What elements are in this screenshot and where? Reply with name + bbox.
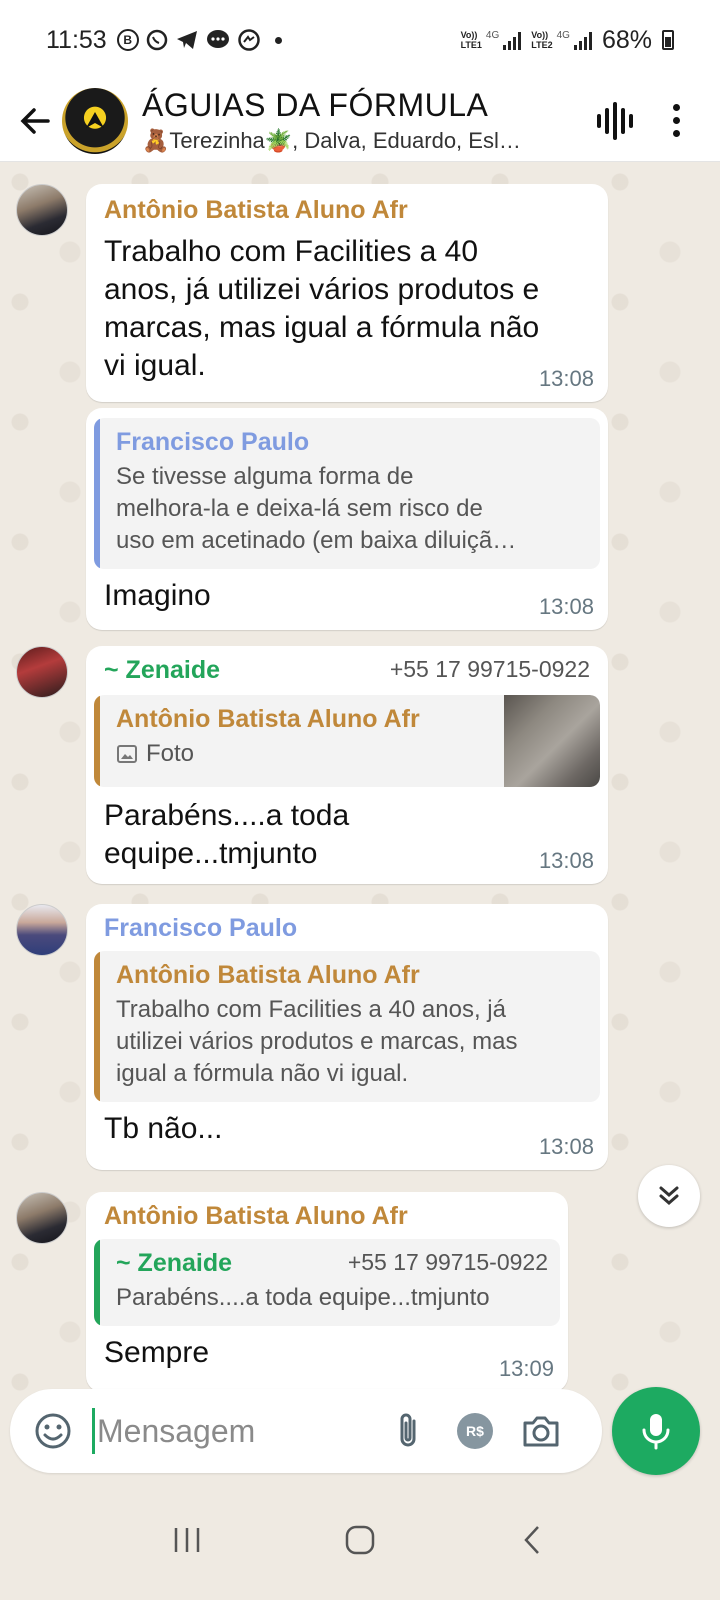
message-text: Sempre xyxy=(104,1336,210,1369)
chat-header: ÁGUIAS DA FÓRMULA 🧸Terezinha🪴, Dalva, Ed… xyxy=(0,80,720,162)
telegram-icon xyxy=(176,31,197,49)
sender-name[interactable]: Francisco Paulo xyxy=(94,914,600,943)
scroll-to-bottom-button[interactable] xyxy=(638,1165,700,1227)
quoted-sender: ~ Zenaide xyxy=(116,1249,233,1277)
signal-bars-icon xyxy=(503,32,522,50)
sender-name[interactable]: Antônio Batista Aluno Afr xyxy=(94,1202,560,1231)
voice-record-button[interactable] xyxy=(612,1387,700,1475)
sim2-signal: Vo)) LTE2 4G xyxy=(531,30,592,50)
avatar[interactable] xyxy=(16,1192,68,1244)
quoted-phone: +55 17 99715-0922 xyxy=(347,1249,548,1275)
quoted-text: Se tivesse alguma forma de melhora-la e … xyxy=(116,463,517,554)
recent-apps-icon xyxy=(174,1528,199,1552)
sender-phone: +55 17 99715-0922 xyxy=(389,656,590,682)
chat-area[interactable]: Antônio Batista Aluno Afr Trabalho com F… xyxy=(0,162,720,1412)
message-time: 13:08 xyxy=(538,366,594,391)
quoted-text: Trabalho com Facilities a 40 anos, já ut… xyxy=(116,996,518,1087)
status-right: Vo)) LTE1 4G Vo)) LTE2 4G 68% xyxy=(461,26,674,55)
voice-chat-button[interactable] xyxy=(597,101,633,141)
status-bar: 11:53 B Vo)) LTE1 4G Vo)) LTE2 4G 68% xyxy=(0,0,720,80)
signal-bars-icon xyxy=(573,32,592,50)
battery-icon xyxy=(662,30,674,50)
text-caret xyxy=(92,1408,95,1454)
quoted-text: Parabéns....a toda equipe...tmjunto xyxy=(116,1284,490,1311)
message-time: 13:08 xyxy=(538,594,594,619)
more-notifications-dot xyxy=(274,36,282,44)
double-chevron-down-icon xyxy=(659,1186,679,1205)
camera-button[interactable] xyxy=(517,1407,565,1455)
quoted-sender: Antônio Batista Aluno Afr xyxy=(116,961,420,989)
b-circle-icon: B xyxy=(116,29,139,51)
message-bubble[interactable]: Francisco Paulo Se tivesse alguma forma … xyxy=(86,408,608,630)
avatar[interactable] xyxy=(16,646,68,698)
message-time: 13:09 xyxy=(498,1356,554,1381)
quoted-sender: Antônio Batista Aluno Afr xyxy=(116,705,420,733)
message-bubble[interactable]: Antônio Batista Aluno Afr ~ Zenaide +55 … xyxy=(86,1192,568,1392)
emoji-icon xyxy=(35,1413,71,1449)
photo-icon xyxy=(117,745,137,763)
arrow-left-icon xyxy=(20,107,50,134)
payment-button[interactable]: R$ xyxy=(451,1407,499,1455)
microphone-icon xyxy=(642,1414,670,1450)
message-text: Imagino xyxy=(104,579,211,612)
camera-icon xyxy=(523,1416,559,1447)
quoted-message[interactable]: Francisco Paulo Se tivesse alguma forma … xyxy=(94,418,600,569)
message-text: Trabalho com Facilities a 40 anos, já ut… xyxy=(104,235,540,382)
notification-icons: B xyxy=(116,28,282,52)
message-bubble[interactable]: ~ Zenaide +55 17 99715-0922 Antônio Bati… xyxy=(86,646,608,884)
chevron-left-icon xyxy=(524,1526,540,1554)
message-input[interactable] xyxy=(97,1412,367,1450)
attach-button[interactable] xyxy=(385,1407,433,1455)
quoted-message[interactable]: ~ Zenaide +55 17 99715-0922 Parabéns....… xyxy=(94,1239,560,1326)
system-navigation-bar xyxy=(0,1480,720,1600)
paperclip-icon xyxy=(400,1413,416,1447)
group-info[interactable]: ÁGUIAS DA FÓRMULA 🧸Terezinha🪴, Dalva, Ed… xyxy=(142,87,597,154)
home-icon xyxy=(345,1525,375,1555)
messenger-icon xyxy=(237,29,260,51)
recent-apps-button[interactable] xyxy=(157,1510,217,1570)
message-time: 13:08 xyxy=(538,1134,594,1159)
quoted-media-label: Foto xyxy=(146,740,195,767)
emoji-button[interactable] xyxy=(28,1406,78,1456)
more-options-button[interactable] xyxy=(673,104,680,137)
group-avatar[interactable] xyxy=(62,87,128,154)
battery-percent: 68% xyxy=(601,25,652,54)
message-time: 13:08 xyxy=(538,848,594,873)
payment-icon: R$ xyxy=(457,1413,493,1449)
whatsapp-icon xyxy=(146,29,167,51)
home-button[interactable] xyxy=(330,1510,390,1570)
sim1-signal: Vo)) LTE1 4G xyxy=(461,30,522,50)
message-bubble[interactable]: Antônio Batista Aluno Afr Trabalho com F… xyxy=(86,184,608,402)
avatar[interactable] xyxy=(16,184,68,236)
quoted-message[interactable]: Antônio Batista Aluno Afr Foto xyxy=(94,695,600,787)
chat-bubble-icon xyxy=(206,30,229,48)
group-name: ÁGUIAS DA FÓRMULA xyxy=(142,87,489,123)
quoted-message[interactable]: Antônio Batista Aluno Afr Trabalho com F… xyxy=(94,951,600,1102)
message-text: Tb não... xyxy=(104,1112,223,1145)
sender-name[interactable]: ~ Zenaide xyxy=(104,656,220,685)
message-composer: R$ xyxy=(10,1389,602,1473)
quoted-photo-thumbnail xyxy=(504,695,600,787)
sender-name[interactable]: Antônio Batista Aluno Afr xyxy=(104,196,592,225)
message-bubble[interactable]: Francisco Paulo Antônio Batista Aluno Af… xyxy=(86,904,608,1170)
status-time: 11:53 xyxy=(46,25,107,54)
group-members: 🧸Terezinha🪴, Dalva, Eduardo, Esl… xyxy=(142,128,521,153)
eagle-logo-icon xyxy=(86,111,104,128)
message-text: Parabéns....a toda equipe...tmjunto xyxy=(104,799,350,870)
back-button[interactable] xyxy=(10,96,60,146)
quoted-sender: Francisco Paulo xyxy=(116,428,310,456)
avatar[interactable] xyxy=(16,904,68,956)
back-nav-button[interactable] xyxy=(503,1510,563,1570)
